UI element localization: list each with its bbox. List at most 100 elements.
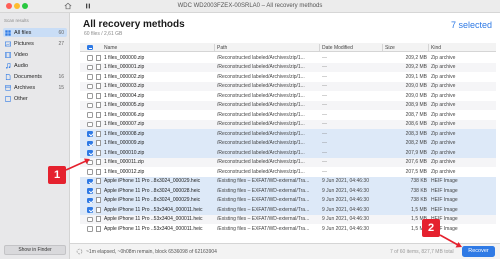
date-cell: — (322, 111, 327, 118)
row-checkbox[interactable] (87, 226, 93, 232)
table-row[interactable]: 1 files_000009.zip/Reconstructed labeled… (80, 138, 496, 148)
sidebar-item-audio[interactable]: Audio (3, 61, 67, 70)
recover-button[interactable]: Recover (462, 246, 495, 257)
table-row[interactable]: 1 files_000000.zip/Reconstructed labeled… (80, 53, 496, 63)
path-cell: /Reconstructed labeled/Archives/zip/1... (217, 168, 305, 175)
path-cell: /Reconstructed labeled/Archives/zip/1... (217, 64, 305, 71)
table-row[interactable]: 1 files_000012.zip/Reconstructed labeled… (80, 167, 496, 177)
kind-cell: HEIF Image (431, 225, 458, 232)
table-row[interactable]: 1 files_000011.zip/Reconstructed labeled… (80, 157, 496, 167)
size-cell: 1,5 MB (411, 225, 427, 232)
row-checkbox[interactable] (87, 74, 93, 80)
table-row[interactable]: 1 files_000007.zip/Reconstructed labeled… (80, 119, 496, 129)
column-header-name[interactable]: Name (104, 45, 117, 51)
kind-cell: Zip archive (431, 159, 456, 166)
sidebar-item-label: Video (14, 51, 28, 58)
date-cell: 9 Jun 2021, 04:46:30 (322, 216, 369, 223)
table-row[interactable]: 1 files_000005.zip/Reconstructed labeled… (80, 100, 496, 110)
column-divider[interactable] (382, 44, 383, 51)
table-header: Name Path Date Modified Size Kind (80, 43, 496, 52)
kind-cell: HEIF Image (431, 197, 458, 204)
sidebar-item-video[interactable]: Video (3, 50, 67, 59)
row-checkbox[interactable] (87, 169, 93, 175)
table-row[interactable]: 1 files_000001.zip/Reconstructed labeled… (80, 62, 496, 72)
file-name-cell: 1 files_000008.zip (104, 130, 145, 137)
row-checkbox[interactable] (87, 188, 93, 194)
date-cell: — (322, 149, 327, 156)
select-all-checkbox[interactable] (87, 44, 93, 50)
sidebar-item-count: 27 (58, 40, 64, 47)
path-cell: /Reconstructed labeled/Archives/zip/1... (217, 83, 305, 90)
file-name-cell: 1 files_000002.zip (104, 73, 145, 80)
file-name-cell: 1 files_000000.zip (104, 54, 145, 61)
table-row[interactable]: Apple iPhone 11 Pro ..53x3404_000011.hei… (80, 205, 496, 215)
row-checkbox[interactable] (87, 55, 93, 61)
row-checkbox[interactable] (87, 207, 93, 213)
row-checkbox[interactable] (87, 121, 93, 127)
file-icon (96, 140, 101, 146)
table-row[interactable]: 1 files_000010.zip/Reconstructed labeled… (80, 148, 496, 158)
size-cell: 208,2 MB (405, 140, 427, 147)
sidebar-item-documents[interactable]: Documents 16 (3, 72, 67, 81)
path-cell: /Reconstructed labeled/Archives/zip/1... (217, 92, 305, 99)
size-cell: 1,5 MB (411, 216, 427, 223)
row-checkbox[interactable] (87, 178, 93, 184)
column-divider[interactable] (319, 44, 320, 51)
row-checkbox[interactable] (87, 131, 93, 137)
column-divider[interactable] (214, 44, 215, 51)
kind-cell: Zip archive (431, 102, 456, 109)
path-cell: /Reconstructed labeled/Archives/zip/1... (217, 140, 305, 147)
kind-cell: Zip archive (431, 130, 456, 137)
table-row[interactable]: 1 files_000003.zip/Reconstructed labeled… (80, 81, 496, 91)
date-cell: 9 Jun 2021, 04:46:30 (322, 197, 369, 204)
column-header-kind[interactable]: Kind (431, 45, 441, 51)
date-cell: — (322, 102, 327, 109)
row-checkbox[interactable] (87, 159, 93, 165)
kind-cell: HEIF Image (431, 216, 458, 223)
sidebar-item-label: Other (14, 95, 28, 102)
row-checkbox[interactable] (87, 93, 93, 99)
row-checkbox[interactable] (87, 64, 93, 70)
show-in-finder-button[interactable]: Show in Finder (4, 245, 66, 255)
table-row[interactable]: Apple iPhone 11 Pro ..8x3024_000029.heic… (80, 195, 496, 205)
sidebar-item-label: Archives (14, 84, 36, 91)
table-row[interactable]: Apple iPhone 11 Pro ..8x3024_000028.heic… (80, 186, 496, 196)
sidebar-item-archives[interactable]: Archives 15 (3, 83, 67, 92)
table-row[interactable]: 1 files_000002.zip/Reconstructed labeled… (80, 72, 496, 82)
table-row[interactable]: Apple iPhone 11 Pro ..8x3024_000029.heic… (80, 176, 496, 186)
sidebar-item-other[interactable]: Other (3, 94, 67, 103)
row-checkbox[interactable] (87, 140, 93, 146)
row-checkbox[interactable] (87, 150, 93, 156)
table-row[interactable]: 1 files_000004.zip/Reconstructed labeled… (80, 91, 496, 101)
sidebar-item-pictures[interactable]: Pictures 27 (3, 39, 67, 48)
column-divider[interactable] (428, 44, 429, 51)
path-cell: /Existing files – EXFAT/WD-external/Tra.… (217, 178, 310, 185)
row-checkbox[interactable] (87, 197, 93, 203)
file-icon (96, 64, 101, 70)
sidebar-item-label: Documents (14, 73, 42, 80)
row-checkbox[interactable] (87, 112, 93, 118)
file-name-cell: Apple iPhone 11 Pro ..8x3024_000029.heic (104, 197, 201, 204)
column-header-size[interactable]: Size (385, 45, 395, 51)
path-cell: /Reconstructed labeled/Archives/zip/1... (217, 149, 305, 156)
file-icon (96, 206, 101, 213)
date-cell: 9 Jun 2021, 04:46:30 (322, 178, 369, 185)
scan-progress-text: ~1m elapsed, ~0h08m remain, block 653609… (86, 249, 217, 255)
title-bar: WDC WD2003FZEX-00SRLA0 – All recovery me… (0, 0, 500, 13)
row-checkbox[interactable] (87, 216, 93, 222)
column-header-path[interactable]: Path (217, 45, 227, 51)
size-cell: 209,2 MB (405, 54, 427, 61)
kind-cell: Zip archive (431, 73, 456, 80)
file-name-cell: 1 files_000007.zip (104, 121, 145, 128)
table-row[interactable]: 1 files_000008.zip/Reconstructed labeled… (80, 129, 496, 139)
row-checkbox[interactable] (87, 83, 93, 89)
table-row[interactable]: 1 files_000006.zip/Reconstructed labeled… (80, 110, 496, 120)
row-checkbox[interactable] (87, 102, 93, 108)
file-name-cell: Apple iPhone 11 Pro ..53x3404_000011.hei… (104, 225, 203, 232)
file-icon (96, 130, 101, 137)
column-header-date[interactable]: Date Modified (322, 45, 353, 51)
kind-cell: Zip archive (431, 140, 456, 147)
sidebar-item-label: Audio (14, 62, 29, 69)
sidebar-item-all-files[interactable]: All files 60 (3, 28, 67, 37)
kind-cell: Zip archive (431, 149, 456, 156)
